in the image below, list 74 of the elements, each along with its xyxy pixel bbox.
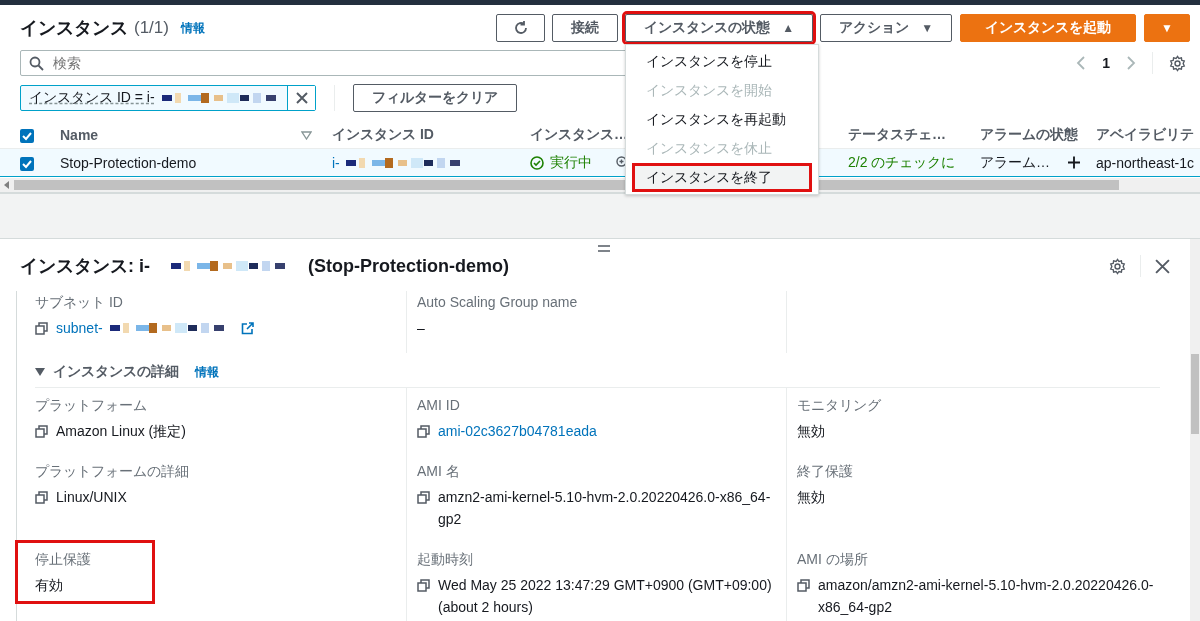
vertical-scrollbar[interactable] bbox=[1190, 239, 1200, 621]
instance-count: (1/1) bbox=[134, 18, 169, 38]
field-value: – bbox=[417, 319, 425, 338]
field-label: 停止保護 bbox=[35, 550, 92, 569]
external-link-icon[interactable] bbox=[240, 322, 254, 335]
dropdown-button[interactable]: アクション ▼ bbox=[820, 14, 953, 42]
status-check: 2/2 のチェックに bbox=[848, 153, 956, 170]
details-title: インスタンス: i- bbox=[20, 255, 150, 278]
field-value: Amazon Linux (推定) bbox=[56, 422, 186, 441]
dropdown-button[interactable]: インスタンスの状態 ▲ bbox=[625, 14, 814, 42]
copy-icon[interactable] bbox=[35, 491, 48, 504]
instance-name: (Stop-Protection-demo) bbox=[308, 255, 509, 277]
field-label: プラットフォームの詳細 bbox=[35, 462, 190, 481]
column-header[interactable]: テータスチェ… bbox=[848, 126, 946, 144]
remove-filter-button[interactable] bbox=[287, 86, 315, 110]
field-value: 有効 bbox=[35, 576, 63, 595]
expand-toggle-icon[interactable] bbox=[35, 368, 45, 376]
field-link[interactable]: ami-02c3627b04781eada bbox=[438, 420, 597, 442]
field-label: サブネット ID bbox=[35, 293, 124, 312]
check-circle-icon bbox=[530, 155, 544, 170]
info-link[interactable]: 情報 bbox=[180, 19, 205, 37]
field-value: Linux/UNIX bbox=[56, 488, 127, 507]
close-icon bbox=[294, 91, 309, 105]
drag-handle-icon[interactable] bbox=[598, 245, 610, 252]
row-checkbox[interactable] bbox=[20, 156, 34, 171]
add-icon[interactable] bbox=[1068, 156, 1080, 169]
field-label: 終了保護 bbox=[797, 462, 854, 481]
sort-icon[interactable] bbox=[301, 130, 312, 140]
copy-icon[interactable] bbox=[797, 579, 810, 592]
copy-icon[interactable] bbox=[35, 425, 48, 438]
connect-button[interactable]: 接続 bbox=[552, 14, 619, 42]
field-link[interactable]: subnet- bbox=[56, 317, 103, 339]
refresh-icon bbox=[512, 20, 529, 36]
alarm-status: アラーム… bbox=[980, 153, 1050, 172]
field-label: AMI 名 bbox=[417, 462, 461, 481]
section-title: インスタンスの詳細 bbox=[53, 363, 179, 381]
field-label: プラットフォーム bbox=[35, 396, 148, 415]
panel-title: インスタンス bbox=[20, 17, 128, 40]
column-header[interactable]: アラームの状態 bbox=[980, 126, 1078, 144]
settings-icon[interactable] bbox=[1169, 54, 1186, 72]
settings-icon[interactable] bbox=[1109, 257, 1126, 275]
column-header[interactable]: Name bbox=[60, 127, 99, 143]
field-label: モニタリング bbox=[797, 396, 882, 415]
field-value: 無効 bbox=[797, 488, 825, 507]
field-value: amzn2-ami-kernel-5.10-hvm-2.0.20220426.0-x86_64-gp2 bbox=[438, 488, 772, 529]
select-all-checkbox[interactable] bbox=[20, 129, 34, 144]
field-label: AMI の場所 bbox=[797, 550, 869, 569]
filter-text: インスタンス ID = i- bbox=[29, 89, 155, 107]
copy-icon[interactable] bbox=[35, 322, 48, 335]
scroll-left-icon[interactable] bbox=[4, 181, 10, 189]
info-link[interactable]: 情報 bbox=[195, 363, 219, 381]
field-value: amazon/amzn2-ami-kernel-5.10-hvm-2.0.20220426.0-x86_64-gp2 bbox=[818, 576, 1155, 617]
instance-state: 実行中 bbox=[550, 153, 592, 172]
field-value: Wed May 25 2022 13:47:29 GMT+0900 (GMT+09:00) (about 2 hours) bbox=[438, 576, 773, 617]
column-header[interactable]: アベイラビリテ bbox=[1096, 126, 1194, 144]
refresh-button[interactable] bbox=[496, 14, 546, 42]
field-value: 無効 bbox=[797, 422, 825, 441]
menu-item[interactable]: インスタンスを終了 bbox=[632, 163, 813, 192]
field-label: AMI ID bbox=[417, 396, 461, 415]
page-number[interactable]: 1 bbox=[1102, 55, 1110, 71]
field-label: 起動時刻 bbox=[417, 550, 474, 569]
instance-id-link[interactable]: i- bbox=[332, 154, 340, 171]
copy-icon[interactable] bbox=[417, 425, 430, 438]
copy-icon[interactable] bbox=[417, 491, 430, 504]
search-field[interactable]: 検索 bbox=[20, 50, 628, 76]
menu-item[interactable]: インスタンスを停止 bbox=[626, 47, 819, 76]
close-icon[interactable] bbox=[1155, 258, 1170, 274]
menu-item[interactable]: インスタンスを再起動 bbox=[626, 105, 819, 134]
column-header[interactable]: インスタンス ID bbox=[332, 126, 434, 144]
table-cell: ap-northeast-1c bbox=[1096, 154, 1195, 171]
field-label: Auto Scaling Group name bbox=[417, 293, 579, 312]
table-cell: Stop-Protection-demo bbox=[60, 154, 197, 171]
copy-icon[interactable] bbox=[417, 579, 430, 592]
clear-filters-button[interactable]: フィルターをクリア bbox=[353, 84, 517, 112]
